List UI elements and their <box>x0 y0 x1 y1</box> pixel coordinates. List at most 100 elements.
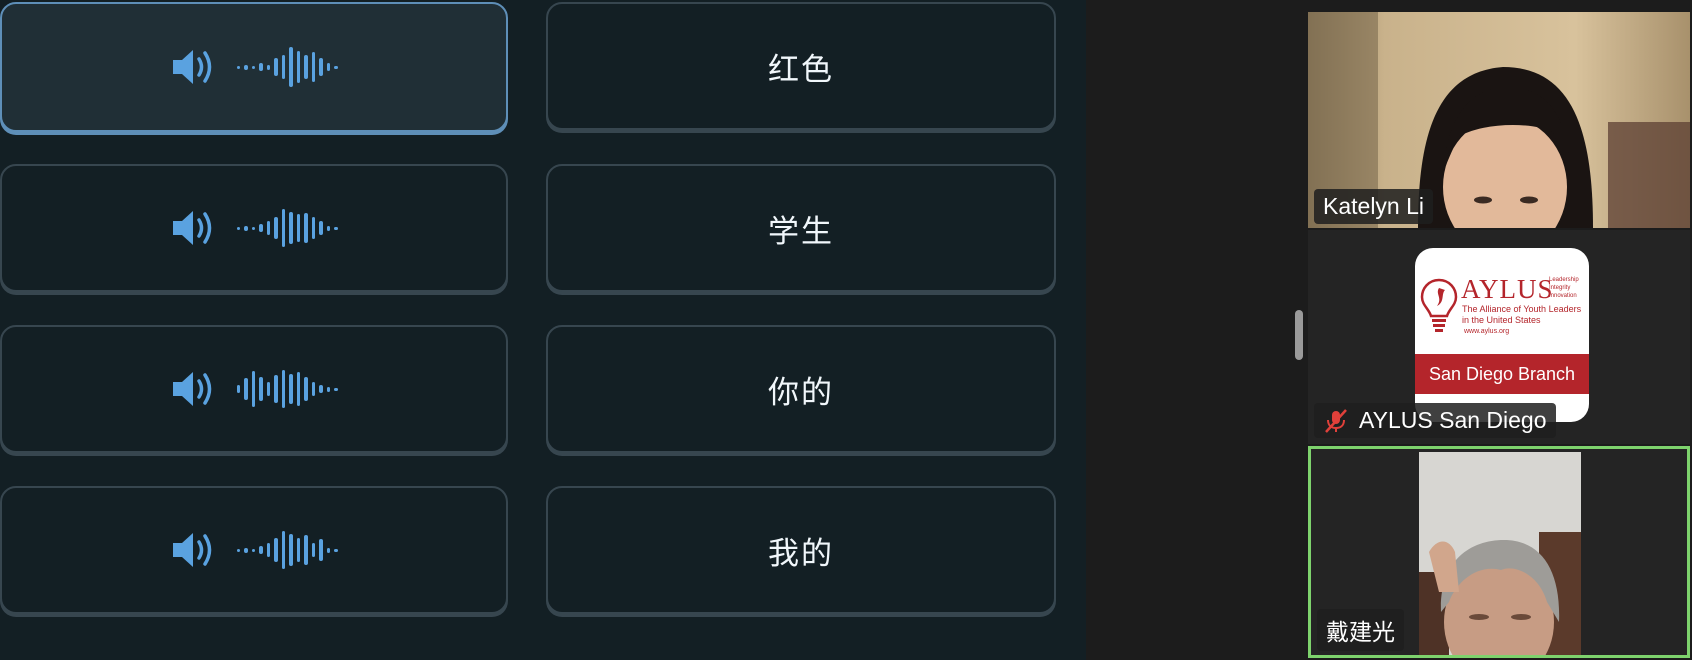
audio-card-1[interactable] <box>0 2 508 132</box>
waveform-bar <box>304 213 308 243</box>
waveform-bar <box>296 51 300 83</box>
waveform-bar <box>266 64 270 70</box>
waveform-bar <box>334 65 338 69</box>
word-label: 学生 <box>768 213 834 250</box>
waveform-bar <box>274 375 278 403</box>
participant-tile-aylus[interactable]: AYLUS Leadership Integrity Innovation Th… <box>1308 230 1690 444</box>
lightbulb-icon <box>1420 278 1458 332</box>
waveform-bar <box>259 546 263 554</box>
exercise-area: 红色 学生 你的 我的 <box>0 0 1086 660</box>
waveform <box>236 45 338 89</box>
audio-card-2[interactable] <box>0 164 508 292</box>
waveform-bar <box>244 378 248 400</box>
waveform-bar <box>296 214 300 242</box>
audio-content <box>171 45 338 89</box>
waveform-bar <box>274 538 278 562</box>
participant-name: 戴建光 <box>1326 619 1395 645</box>
speaker-icon <box>172 372 211 406</box>
panel-resize-handle[interactable] <box>1295 310 1303 360</box>
participant-name: Katelyn Li <box>1323 193 1425 219</box>
participant-video <box>1419 452 1581 655</box>
waveform-bar <box>251 226 255 230</box>
participant-name-tag: 戴建光 <box>1317 609 1404 651</box>
word-card-1[interactable]: 红色 <box>546 2 1056 130</box>
word-card-4[interactable]: 我的 <box>546 486 1056 614</box>
audio-content <box>171 528 338 572</box>
audio-card-4[interactable] <box>0 486 508 614</box>
waveform-bar <box>311 382 315 396</box>
waveform-bar <box>334 226 338 230</box>
tagline-1: Leadership <box>1549 277 1579 283</box>
waveform-bar <box>334 387 338 391</box>
waveform-bar <box>281 370 285 408</box>
waveform-bar <box>259 224 263 232</box>
waveform-bar <box>244 547 248 553</box>
waveform-bar <box>289 374 293 404</box>
waveform-bar <box>289 47 293 87</box>
waveform-bar <box>319 221 323 235</box>
waveform-bar <box>266 382 270 396</box>
word-label: 我的 <box>768 535 834 572</box>
participant-tile-active-speaker[interactable]: 戴建光 <box>1308 446 1690 658</box>
waveform-bar <box>244 64 248 70</box>
speaker-icon <box>172 211 211 245</box>
waveform-bar <box>326 225 330 231</box>
aylus-logo: AYLUS Leadership Integrity Innovation Th… <box>1415 248 1589 422</box>
aylus-tagline: Leadership Integrity Innovation <box>1549 276 1579 300</box>
waveform-bar <box>251 548 255 552</box>
tagline-3: Innovation <box>1549 293 1577 299</box>
waveform-bar <box>289 534 293 566</box>
waveform <box>236 367 338 411</box>
aylus-title: AYLUS <box>1461 274 1554 304</box>
waveform-bar <box>281 531 285 569</box>
word-card-3[interactable]: 你的 <box>546 325 1056 453</box>
participant-tile-katelyn[interactable]: Katelyn Li <box>1308 12 1690 228</box>
audio-content <box>171 206 338 250</box>
waveform-bar <box>236 385 240 393</box>
waveform <box>236 528 338 572</box>
waveform-bar <box>266 543 270 557</box>
speaker-icon <box>172 50 211 84</box>
waveform-bar <box>319 385 323 393</box>
audio-card-3[interactable] <box>0 325 508 453</box>
waveform-bar <box>236 65 240 69</box>
waveform-bar <box>326 547 330 553</box>
waveform <box>236 206 338 250</box>
waveform-bar <box>296 538 300 562</box>
audio-content <box>171 367 338 411</box>
waveform-bar <box>259 377 263 401</box>
waveform-bar <box>259 63 263 71</box>
waveform-bar <box>251 371 255 407</box>
waveform-bar <box>311 543 315 557</box>
waveform-bar <box>326 386 330 392</box>
waveform-bar <box>311 217 315 239</box>
word-card-2[interactable]: 学生 <box>546 164 1056 292</box>
org-line-1: The Alliance of Youth Leaders <box>1462 304 1582 314</box>
aylus-branch-label: San Diego Branch <box>1428 363 1576 384</box>
waveform-bar <box>304 55 308 79</box>
waveform-bar <box>311 52 315 82</box>
waveform-bar <box>236 548 240 552</box>
waveform-bar <box>304 535 308 565</box>
waveform-bar <box>244 225 248 231</box>
org-line-2: in the United States <box>1462 315 1541 325</box>
waveform-bar <box>274 217 278 239</box>
aylus-org-name: The Alliance of Youth Leaders in the Uni… <box>1462 304 1581 326</box>
waveform-bar <box>296 372 300 406</box>
waveform-bar <box>281 55 285 79</box>
waveform-bar <box>334 548 338 552</box>
waveform-bar <box>289 212 293 244</box>
waveform-bar <box>304 377 308 401</box>
aylus-url: www.aylus.org <box>1464 328 1510 335</box>
participants-panel: Katelyn Li AYLUS Leadership Integrity In… <box>1306 0 1692 660</box>
panel-gutter <box>1086 0 1306 660</box>
aylus-branch-banner: San Diego Branch <box>1415 354 1589 394</box>
waveform-bar <box>319 58 323 76</box>
waveform-bar <box>326 63 330 71</box>
word-label: 你的 <box>768 374 834 411</box>
speaker-icon <box>172 533 211 567</box>
waveform-bar <box>281 209 285 247</box>
waveform-bar <box>319 539 323 561</box>
tagline-2: Integrity <box>1549 285 1571 291</box>
participant-name-tag: Katelyn Li <box>1314 189 1434 224</box>
